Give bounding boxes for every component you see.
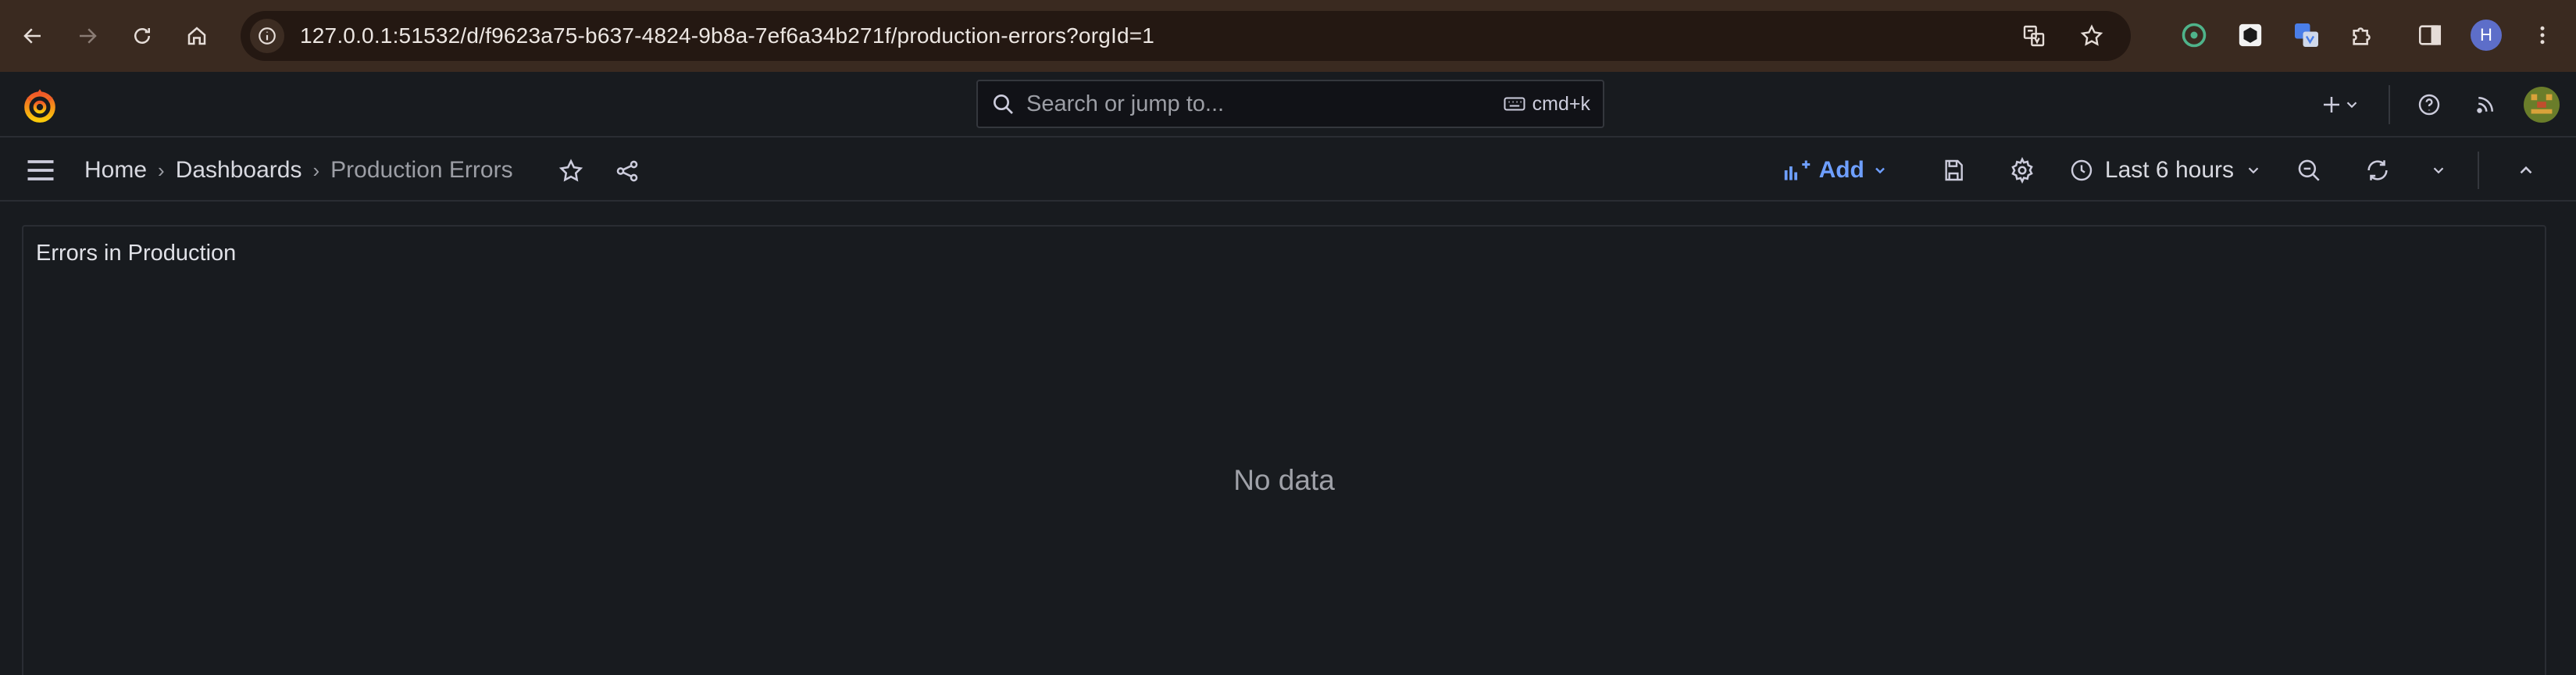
chevron-down-icon [1875,167,1885,174]
no-data-message: No data [1233,464,1335,496]
hamburger-menu-icon[interactable] [23,153,58,188]
new-plus-menu[interactable] [2309,83,2371,127]
panel-title[interactable]: Errors in Production [36,241,236,266]
errors-panel[interactable]: Errors in Production No data [22,225,2546,675]
address-bar[interactable]: 127.0.0.1:51532/d/f9623a75-b637-4824-9b8… [241,11,2131,61]
breadcrumb-current: Production Errors [330,157,513,183]
grafana-logo-icon[interactable] [20,86,59,125]
dashboard-settings-gear-icon[interactable] [2000,148,2044,192]
search-bar[interactable]: Search or jump to... cmd+k [976,80,1604,128]
search-icon [994,95,1013,114]
forward-icon[interactable] [70,19,105,53]
home-icon[interactable] [180,19,214,53]
extension-cube-icon[interactable] [2232,17,2268,53]
zoom-out-icon[interactable] [2287,148,2331,192]
save-dashboard-icon[interactable] [1932,148,1975,192]
refresh-interval-chevron-icon[interactable] [2424,148,2453,192]
help-icon[interactable] [2407,83,2451,127]
chevron-down-icon [2248,167,2259,174]
search-placeholder: Search or jump to... [1026,91,1225,116]
reload-icon[interactable] [125,19,159,53]
chevron-right-icon: › [158,158,165,182]
profile-avatar[interactable]: H [2468,17,2504,53]
share-icon[interactable] [611,155,644,188]
site-info-icon[interactable] [250,19,284,53]
keyboard-icon [1504,97,1525,111]
keyboard-shortcut: cmd+k [1503,92,1590,116]
divider [2389,85,2390,124]
breadcrumb-dashboards[interactable]: Dashboards [176,157,302,184]
breadcrumb-home[interactable]: Home [84,157,147,184]
grafana-topbar: Search or jump to... cmd+k [0,72,2576,138]
shortcut-label: cmd+k [1532,92,1590,115]
news-rss-icon[interactable] [2464,83,2507,127]
collapse-chevron-up-icon[interactable] [2504,148,2548,192]
back-icon[interactable] [16,19,50,53]
extensions-puzzle-icon[interactable] [2345,17,2381,53]
translate-icon[interactable] [2017,19,2051,53]
google-translate-extension-icon[interactable] [2289,17,2324,53]
add-button[interactable]: Add [1783,157,1888,184]
plus-icon [2324,97,2339,112]
browser-menu-icon[interactable] [2524,17,2560,53]
chatgpt-extension-icon[interactable] [2176,17,2212,53]
clock-icon [2071,159,2093,181]
profile-initial: H [2471,20,2502,51]
divider [2478,152,2479,189]
user-avatar[interactable] [2520,83,2564,127]
add-label: Add [1818,157,1864,183]
breadcrumb: Home › Dashboards › Production Errors [84,139,513,202]
add-panel-icon [1784,160,1810,180]
favorite-star-icon[interactable] [555,155,587,188]
time-range-picker[interactable]: Last 6 hours [2069,157,2262,184]
side-panel-icon[interactable] [2412,17,2448,53]
time-range-label: Last 6 hours [2104,157,2234,183]
dashboard-toolbar: Home › Dashboards › Production Errors Ad… [0,139,2576,202]
browser-chrome: 127.0.0.1:51532/d/f9623a75-b637-4824-9b8… [0,0,2576,72]
chevron-down-icon [2346,102,2357,109]
chevron-right-icon: › [312,158,320,182]
bookmark-star-icon[interactable] [2075,19,2109,53]
url-text[interactable]: 127.0.0.1:51532/d/f9623a75-b637-4824-9b8… [300,23,1154,48]
refresh-icon[interactable] [2356,148,2399,192]
